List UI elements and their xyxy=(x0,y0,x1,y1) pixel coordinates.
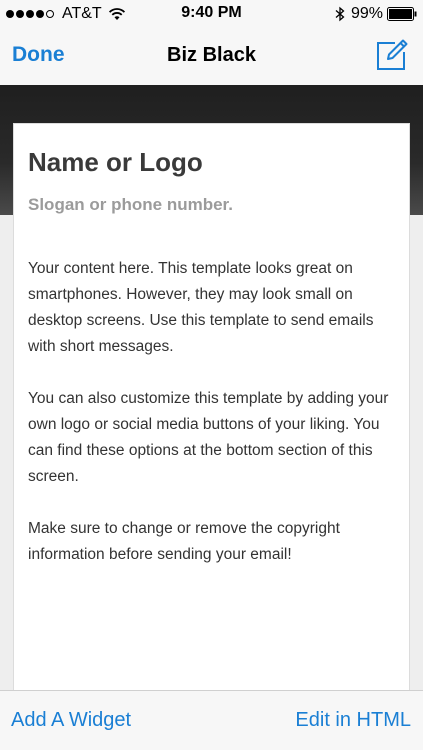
email-paragraph: Your content here. This template looks g… xyxy=(28,260,374,355)
email-paragraph: Make sure to change or remove the copyri… xyxy=(28,520,340,563)
battery-percent: 99% xyxy=(350,5,383,22)
page-title: Biz Black xyxy=(167,44,256,66)
compose-icon xyxy=(377,39,408,70)
status-bar: AT&T 9:40 PM 99% xyxy=(0,0,423,28)
nav-bar: Done Biz Black xyxy=(0,28,423,85)
battery-icon xyxy=(387,7,417,21)
status-right: 99% xyxy=(335,5,417,23)
bluetooth-icon xyxy=(335,6,345,22)
email-card[interactable]: Name or Logo Slogan or phone number. You… xyxy=(13,123,410,690)
email-body[interactable]: Your content here. This template looks g… xyxy=(28,256,400,594)
edit-html-button[interactable]: Edit in HTML xyxy=(295,709,411,732)
add-widget-button[interactable]: Add A Widget xyxy=(11,709,131,732)
compose-button[interactable] xyxy=(375,38,409,72)
email-preview-area[interactable]: Name or Logo Slogan or phone number. You… xyxy=(0,85,423,690)
email-paragraph: You can also customize this template by … xyxy=(28,390,389,485)
bottom-toolbar: Add A Widget Edit in HTML xyxy=(0,690,423,750)
email-slogan[interactable]: Slogan or phone number. xyxy=(28,195,233,215)
email-title[interactable]: Name or Logo xyxy=(28,147,203,178)
